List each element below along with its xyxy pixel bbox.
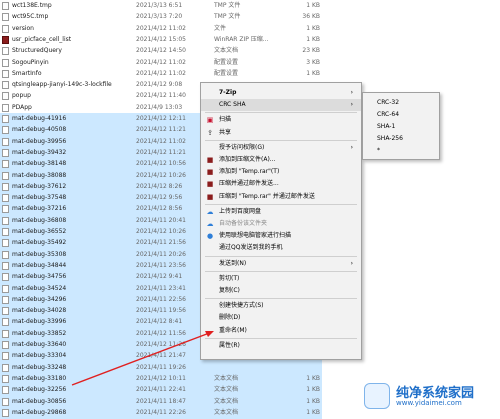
annotation-arrow xyxy=(71,331,214,386)
watermark-url: www.yidaimei.com xyxy=(396,399,462,407)
annotation-arrow-line xyxy=(71,331,213,386)
watermark: 纯净系统家园 www.yidaimei.com xyxy=(364,381,494,411)
watermark-logo xyxy=(364,383,390,409)
